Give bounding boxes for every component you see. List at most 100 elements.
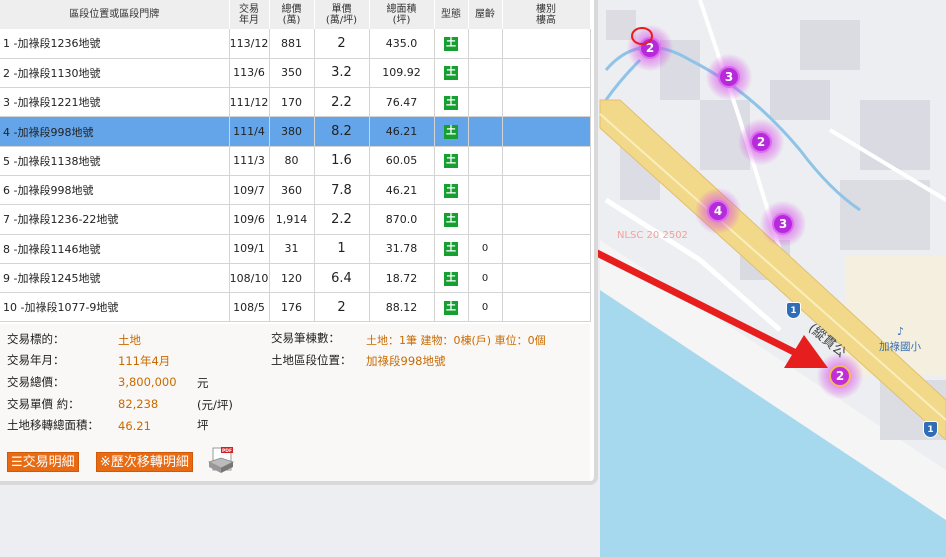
- cell-total: 360: [269, 175, 315, 206]
- cell-floor: [502, 116, 591, 147]
- cell-address: 5 -加祿段1138地號: [0, 146, 230, 176]
- count-label: 交易筆棟數：: [271, 331, 340, 345]
- cell-date: 111/4: [229, 116, 270, 147]
- cell-unit-price: 2.2: [314, 87, 370, 118]
- table-row[interactable]: 1 -加祿段1236地號 113/12 881 2 435.0 土: [0, 29, 591, 59]
- cell-area: 46.21: [369, 116, 435, 147]
- cell-area: 46.21: [369, 175, 435, 206]
- cell-total: 881: [269, 29, 315, 59]
- cluster-marker[interactable]: 2: [627, 25, 673, 71]
- land-type-icon: 土: [444, 125, 458, 140]
- cell-area: 31.78: [369, 234, 435, 264]
- cell-unit-price: 1: [314, 234, 370, 264]
- cluster-marker[interactable]: 4: [695, 188, 741, 234]
- total-unit: 元: [197, 376, 209, 390]
- transaction-detail: 交易標的： 土地 交易年月： 111年4月 交易總價： 3,800,000 元 …: [0, 324, 590, 481]
- total-value: 3,800,000: [118, 375, 177, 389]
- list-icon: ☰: [11, 455, 23, 470]
- land-type-icon: 土: [444, 183, 458, 198]
- cluster-marker-highlighted[interactable]: 2: [817, 353, 863, 399]
- date-value: 111年4月: [118, 354, 171, 368]
- route-shield-icon: 1: [786, 302, 801, 319]
- cell-area: 109.92: [369, 58, 435, 89]
- transaction-detail-button[interactable]: ☰交易明細: [7, 452, 79, 472]
- cluster-count: 2: [639, 37, 661, 59]
- cell-floor: [502, 29, 591, 59]
- cell-date: 111/12: [229, 87, 270, 118]
- cell-address: 6 -加祿段998地號: [0, 175, 230, 206]
- table-row[interactable]: 3 -加祿段1221地號 111/12 170 2.2 76.47 土: [0, 87, 591, 118]
- cell-type: 土: [434, 116, 469, 147]
- transaction-panel: 區段位置或區段門牌 交易 年月 總價 (萬) 單價 (萬/坪) 總面積 (坪) 型態 屋…: [0, 0, 598, 485]
- header-area[interactable]: 總面積 (坪): [369, 0, 435, 29]
- land-type-icon: 土: [444, 271, 458, 286]
- table-row[interactable]: 7 -加祿段1236-22地號 109/6 1,914 2.2 870.0 土: [0, 204, 591, 235]
- table-row[interactable]: 4 -加祿段998地號 111/4 380 8.2 46.21 土: [0, 116, 591, 147]
- table-row[interactable]: 6 -加祿段998地號 109/7 360 7.8 46.21 土: [0, 175, 591, 206]
- cell-unit-price: 2: [314, 292, 370, 323]
- cell-total: 170: [269, 87, 315, 118]
- school-label[interactable]: 加祿國小: [879, 339, 921, 354]
- header-date[interactable]: 交易 年月: [229, 0, 270, 29]
- cell-total: 80: [269, 146, 315, 176]
- cell-address: 4 -加祿段998地號: [0, 116, 230, 147]
- cell-unit-price: 8.2: [314, 116, 370, 147]
- route-shield-icon: 1: [923, 421, 938, 438]
- cell-total: 350: [269, 58, 315, 89]
- cell-total: 176: [269, 292, 315, 323]
- table-row[interactable]: 9 -加祿段1245地號 108/10 120 6.4 18.72 土 0: [0, 263, 591, 294]
- land-type-icon: 土: [444, 36, 458, 51]
- cell-date: 109/7: [229, 175, 270, 206]
- cell-date: 111/3: [229, 146, 270, 176]
- header-age[interactable]: 屋齡: [468, 0, 503, 29]
- cell-type: 土: [434, 58, 469, 89]
- cell-age: 0: [468, 263, 503, 294]
- cell-address: 10 -加祿段1077-9地號: [0, 292, 230, 323]
- cell-floor: [502, 87, 591, 118]
- cell-area: 76.47: [369, 87, 435, 118]
- cluster-marker[interactable]: 3: [760, 201, 806, 247]
- cell-address: 9 -加祿段1245地號: [0, 263, 230, 294]
- table-header: 區段位置或區段門牌 交易 年月 總價 (萬) 單價 (萬/坪) 總面積 (坪) 型態 屋…: [0, 0, 591, 29]
- date-label: 交易年月：: [7, 353, 65, 367]
- cell-total: 1,914: [269, 204, 315, 235]
- cell-unit-price: 2.2: [314, 204, 370, 235]
- cell-age: [468, 58, 503, 89]
- total-label: 交易總價：: [7, 375, 65, 389]
- table-row[interactable]: 5 -加祿段1138地號 111/3 80 1.6 60.05 土: [0, 146, 591, 176]
- area-label: 土地移轉總面積：: [7, 418, 99, 432]
- cell-floor: [502, 292, 591, 323]
- header-total[interactable]: 總價 (萬): [269, 0, 315, 29]
- cell-unit-price: 3.2: [314, 58, 370, 89]
- cell-age: [468, 146, 503, 176]
- cell-date: 108/10: [229, 263, 270, 294]
- cell-age: 0: [468, 292, 503, 323]
- transfer-history-button[interactable]: ※歷次移轉明細: [96, 452, 193, 472]
- land-type-icon: 土: [444, 95, 458, 110]
- area-value: 46.21: [118, 419, 151, 433]
- table-row[interactable]: 2 -加祿段1130地號 113/6 350 3.2 109.92 土: [0, 58, 591, 89]
- table-row[interactable]: 8 -加祿段1146地號 109/1 31 1 31.78 土 0: [0, 234, 591, 264]
- header-address[interactable]: 區段位置或區段門牌: [0, 0, 230, 29]
- cell-total: 120: [269, 263, 315, 294]
- cell-floor: [502, 263, 591, 294]
- cell-floor: [502, 204, 591, 235]
- header-floor[interactable]: 樓別 樓高: [502, 0, 591, 29]
- cell-type: 土: [434, 204, 469, 235]
- table-row[interactable]: 10 -加祿段1077-9地號 108/5 176 2 88.12 土 0: [0, 292, 591, 323]
- cluster-marker[interactable]: 2: [738, 119, 784, 165]
- header-type[interactable]: 型態: [434, 0, 469, 29]
- cell-type: 土: [434, 29, 469, 59]
- cell-address: 2 -加祿段1130地號: [0, 58, 230, 89]
- cell-age: [468, 87, 503, 118]
- cell-date: 109/1: [229, 234, 270, 264]
- cell-address: 1 -加祿段1236地號: [0, 29, 230, 59]
- cell-area: 60.05: [369, 146, 435, 176]
- cluster-marker[interactable]: 3: [706, 54, 752, 100]
- cluster-count: 4: [707, 200, 729, 222]
- unit-price-unit: (元/坪): [197, 398, 233, 412]
- cell-unit-price: 6.4: [314, 263, 370, 294]
- header-unit[interactable]: 單價 (萬/坪): [314, 0, 370, 29]
- land-type-icon: 土: [444, 212, 458, 227]
- pdf-export-icon[interactable]: PDF: [207, 446, 235, 474]
